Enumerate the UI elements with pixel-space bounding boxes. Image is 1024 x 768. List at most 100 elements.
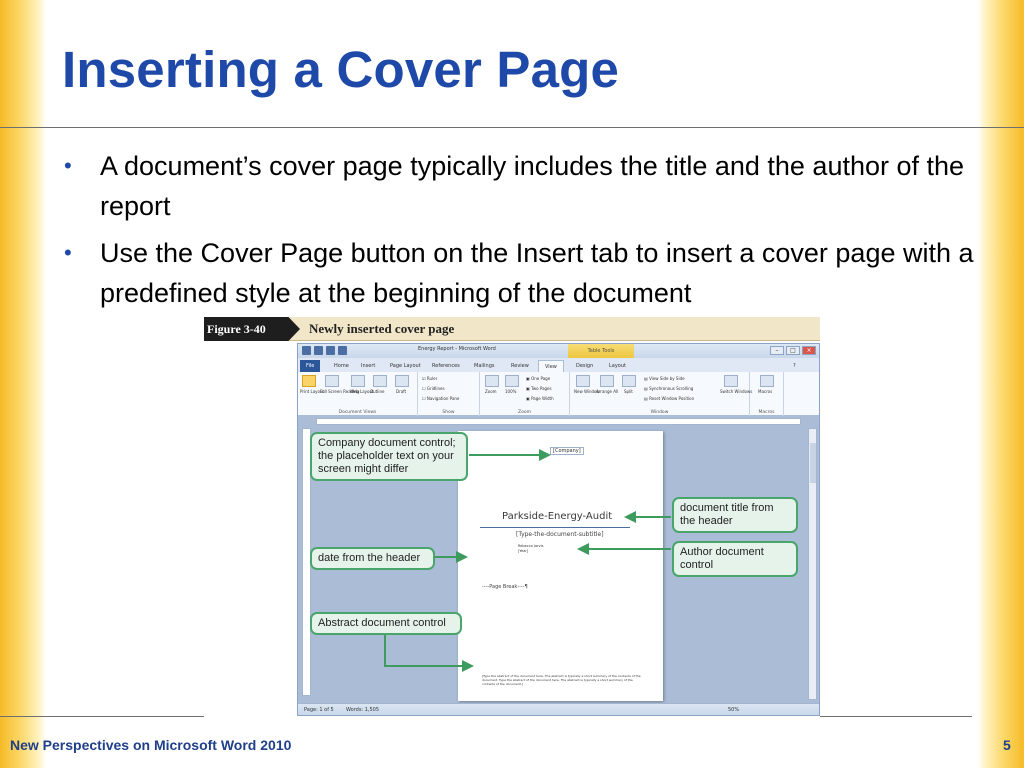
word-logo-icon	[302, 346, 311, 355]
vertical-scrollbar[interactable]	[808, 428, 817, 700]
window-title: Energy Report - Microsoft Word	[418, 346, 496, 352]
split-label: Split	[624, 389, 633, 394]
two-pages-button[interactable]: ▣ Two Pages	[526, 386, 552, 391]
bullet-item: • A document’s cover page typically inclu…	[62, 146, 992, 226]
zoom-100-icon[interactable]	[505, 375, 519, 387]
window-group-label: Window	[650, 410, 669, 415]
figure-3-40: Figure 3-40 Newly inserted cover page En…	[204, 317, 820, 717]
show-group: ☑ Ruler ☐ Gridlines ☐ Navigation Pane Sh…	[418, 372, 480, 416]
author-date-control[interactable]: Rebecca Jarvis [Year]	[518, 544, 543, 554]
word-count[interactable]: Words: 1,505	[346, 707, 379, 713]
undo-icon[interactable]	[326, 346, 335, 355]
minimize-icon[interactable]: –	[770, 346, 784, 355]
tab-home[interactable]: Home	[328, 360, 355, 372]
quick-access-toolbar	[302, 346, 347, 355]
draft-label: Draft	[396, 389, 407, 394]
outline-label: Outline	[370, 389, 385, 394]
arrange-all-label: Arrange All	[596, 389, 619, 394]
bullet-item: • Use the Cover Page button on the Insert…	[62, 233, 992, 313]
bullet-list: • A document’s cover page typically inclu…	[62, 146, 992, 320]
web-layout-icon[interactable]	[351, 375, 365, 387]
left-gold-bar	[0, 0, 46, 768]
full-screen-reading-icon[interactable]	[325, 375, 339, 387]
tab-insert[interactable]: Insert	[355, 360, 381, 372]
page-width-button[interactable]: ▣ Page Width	[526, 396, 554, 401]
callout-company: Company document control; the placeholde…	[310, 432, 468, 481]
tab-references[interactable]: References	[426, 360, 466, 372]
footer-divider-right	[820, 716, 972, 717]
ribbon-tabs: File Home Insert Page Layout References …	[298, 358, 819, 372]
callout-abstract: Abstract document control	[310, 612, 462, 635]
page-count[interactable]: Page: 1 of 5	[304, 707, 334, 713]
tab-page-layout[interactable]: Page Layout	[384, 360, 427, 372]
zoom-100-label: 100%	[505, 389, 517, 394]
maximize-icon[interactable]: □	[786, 346, 800, 355]
horizontal-ruler[interactable]	[316, 418, 801, 425]
one-page-button[interactable]: ▣ One Page	[526, 376, 550, 381]
ribbon: Print Layout Full Screen Reading Web Lay…	[298, 372, 819, 416]
macros-group-label: Macros	[758, 410, 775, 415]
arrange-all-icon[interactable]	[600, 375, 614, 387]
callout-date: date from the header	[310, 547, 435, 570]
zoom-icon[interactable]	[485, 375, 499, 387]
tab-design[interactable]: Design	[570, 360, 599, 372]
zoom-label: Zoom	[485, 389, 497, 394]
title-divider	[0, 127, 1024, 128]
document-views-group: Print Layout Full Screen Reading Web Lay…	[298, 372, 418, 416]
ruler-checkbox[interactable]: ☑ Ruler	[422, 376, 437, 381]
show-label: Show	[442, 410, 455, 415]
new-window-icon[interactable]	[576, 375, 590, 387]
slide-number: 5	[1003, 737, 1011, 753]
gridlines-checkbox[interactable]: ☐ Gridlines	[422, 386, 445, 391]
document-subtitle[interactable]: [Type-the-document-subtitle]	[516, 531, 604, 538]
switch-windows-label: Switch Windows	[720, 389, 753, 394]
close-icon[interactable]: ×	[802, 346, 816, 355]
footer-divider-left	[0, 716, 204, 717]
document-views-label: Document Views	[338, 410, 377, 415]
table-tools-tab-group: Table Tools	[568, 344, 634, 358]
tab-view[interactable]: View	[538, 360, 564, 372]
company-placeholder[interactable]: [Company]	[550, 447, 584, 455]
help-icon[interactable]: ?	[793, 360, 796, 372]
callout-author: Author document control	[672, 541, 798, 577]
save-icon[interactable]	[314, 346, 323, 355]
split-icon[interactable]	[622, 375, 636, 387]
status-bar: Page: 1 of 5 Words: 1,505 50%	[298, 703, 819, 715]
document-title[interactable]: Parkside-Energy-Audit	[502, 511, 612, 522]
scrollbar-thumb[interactable]	[810, 443, 816, 483]
switch-windows-icon[interactable]	[724, 375, 738, 387]
abstract-control[interactable]: [Type the abstract of the document here.…	[482, 674, 646, 686]
macros-group: Macros Macros	[750, 372, 784, 416]
print-layout-icon[interactable]	[302, 375, 316, 387]
window-group: New Window Arrange All Split ▤ View Side…	[570, 372, 753, 416]
zoom-group-label: Zoom	[518, 410, 531, 415]
tab-review[interactable]: Review	[505, 360, 535, 372]
outline-icon[interactable]	[373, 375, 387, 387]
callout-title: document title from the header	[672, 497, 798, 533]
window-controls: – □ ×	[770, 346, 816, 355]
macros-button-label: Macros	[758, 389, 773, 394]
bullet-icon: •	[64, 240, 72, 265]
tab-mailings[interactable]: Mailings	[468, 360, 501, 372]
reset-window-position-button[interactable]: ▤ Reset Window Position	[644, 396, 694, 401]
right-gold-bar	[978, 0, 1024, 768]
cover-page[interactable]: [Company] Parkside-Energy-Audit [Type-th…	[458, 431, 663, 701]
page-break-marker: ----Page Break----¶	[482, 584, 528, 590]
synchronous-scrolling-button[interactable]: ▤ Synchronous Scrolling	[644, 386, 693, 391]
figure-number: Figure 3-40	[204, 317, 300, 341]
zoom-group: Zoom 100% ▣ One Page ▣ Two Pages ▣ Page …	[480, 372, 570, 416]
view-side-by-side-button[interactable]: ▤ View Side by Side	[644, 376, 685, 381]
tab-layout[interactable]: Layout	[603, 360, 632, 372]
redo-icon[interactable]	[338, 346, 347, 355]
navigation-pane-checkbox[interactable]: ☐ Navigation Pane	[422, 396, 459, 401]
title-rule	[480, 527, 630, 528]
window-titlebar: Energy Report - Microsoft Word Table Too…	[298, 344, 819, 358]
macros-icon[interactable]	[760, 375, 774, 387]
zoom-level[interactable]: 50%	[728, 707, 739, 713]
tab-file[interactable]: File	[300, 360, 321, 372]
draft-icon[interactable]	[395, 375, 409, 387]
figure-header: Figure 3-40 Newly inserted cover page	[204, 317, 820, 341]
slide-title: Inserting a Cover Page	[62, 41, 620, 98]
bullet-icon: •	[64, 153, 72, 178]
figure-caption: Newly inserted cover page	[309, 321, 455, 336]
